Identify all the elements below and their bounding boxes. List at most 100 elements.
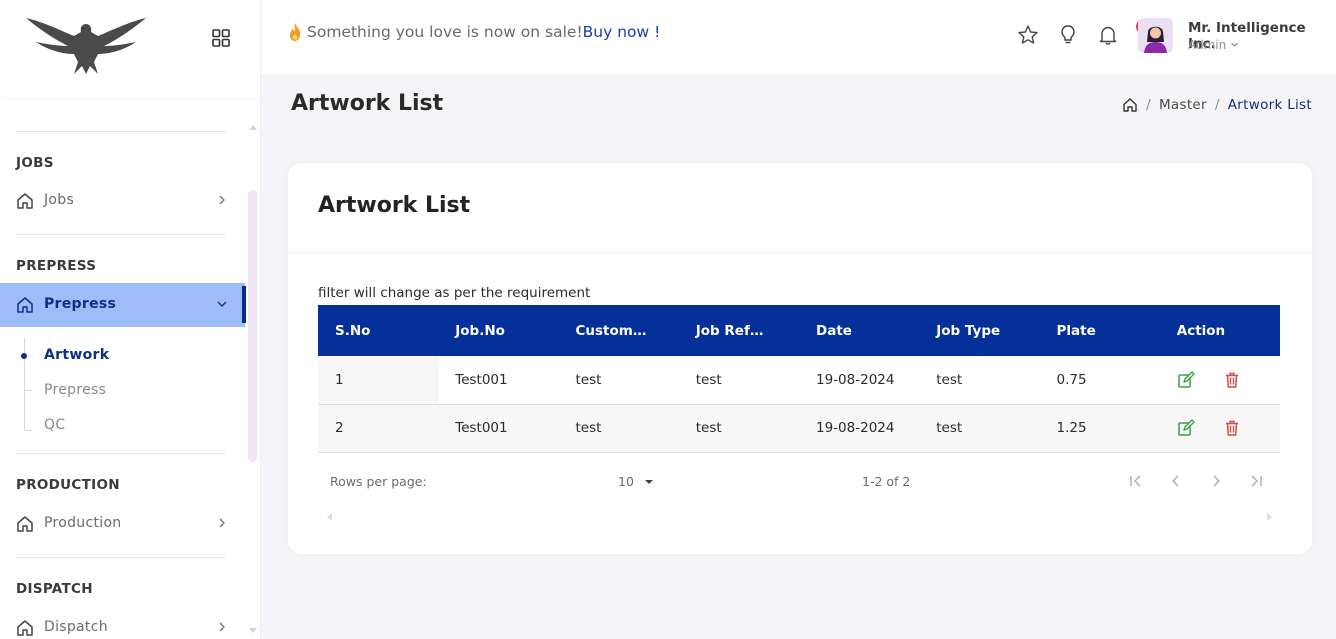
cell-job-no: Test001: [438, 404, 559, 453]
buy-now-link[interactable]: Buy now !: [583, 23, 661, 41]
cell-job-type: test: [919, 404, 1040, 453]
column-header-plate[interactable]: Plate: [1039, 305, 1160, 356]
cell-plate: 0.75: [1039, 356, 1160, 405]
eagle-logo[interactable]: [24, 16, 148, 76]
sidebar-item-production[interactable]: Production: [0, 502, 245, 546]
table-row[interactable]: 2 Test001 test test 19-08-2024 test 1.25: [318, 404, 1280, 453]
rows-per-page-label: Rows per page:: [330, 474, 427, 489]
cell-plate: 1.25: [1039, 404, 1160, 453]
star-icon[interactable]: [1017, 24, 1039, 46]
filter-note: filter will change as per the requiremen…: [318, 285, 591, 301]
sidebar-item-label: Production: [44, 515, 122, 531]
cell-job-ref: test: [678, 356, 799, 405]
page-range: 1-2 of 2: [862, 474, 911, 489]
submenu-item-artwork[interactable]: Artwork: [44, 347, 109, 363]
previous-page-icon[interactable]: [1166, 471, 1186, 491]
sidebar: JOBS Jobs PREPRESS Prepress Artwork Prep…: [0, 0, 261, 639]
edit-icon[interactable]: [1177, 371, 1195, 389]
last-page-icon[interactable]: [1246, 471, 1266, 491]
top-header: Something you love is now on sale! Buy n…: [261, 0, 1336, 74]
breadcrumb-master[interactable]: Master: [1159, 97, 1207, 113]
divider: [16, 453, 226, 454]
sidebar-item-prepress[interactable]: Prepress: [0, 283, 245, 327]
sidebar-item-label: Prepress: [44, 296, 117, 312]
breadcrumb: / Master / Artwork List: [1122, 97, 1312, 113]
scroll-right-arrow-icon[interactable]: [1265, 512, 1275, 522]
logo-bar: [0, 0, 260, 97]
caret-down-icon: [644, 479, 653, 484]
grid-menu-icon[interactable]: [211, 28, 231, 48]
avatar[interactable]: [1138, 18, 1173, 53]
column-header-date[interactable]: Date: [799, 305, 920, 356]
scroll-left-arrow-icon[interactable]: [324, 512, 334, 522]
home-icon: [17, 620, 33, 636]
cell-sno: 2: [318, 404, 439, 453]
column-header-job-ref[interactable]: Job Ref…: [678, 305, 799, 356]
home-icon: [17, 297, 33, 313]
chevron-down-icon: [217, 301, 227, 307]
divider: [16, 131, 226, 132]
sidebar-item-jobs[interactable]: Jobs: [0, 179, 245, 223]
edit-icon[interactable]: [1177, 419, 1195, 437]
submenu-item-qc[interactable]: QC: [44, 417, 65, 433]
delete-icon[interactable]: [1223, 419, 1241, 437]
cell-customer: test: [558, 356, 679, 405]
submenu-tick: [24, 430, 32, 431]
active-indicator: [242, 286, 246, 323]
section-title-prepress: PREPRESS: [16, 258, 97, 274]
section-title-dispatch: DISPATCH: [16, 581, 93, 597]
divider: [16, 557, 226, 558]
divider: [16, 234, 226, 235]
first-page-icon[interactable]: [1126, 471, 1146, 491]
cell-sno: 1: [318, 356, 439, 405]
chevron-right-icon: [219, 518, 225, 528]
divider: [288, 252, 1312, 253]
rows-per-page-select[interactable]: 10: [618, 474, 654, 489]
submenu-tick: [24, 390, 32, 391]
scroll-up-arrow-icon[interactable]: [248, 122, 258, 132]
breadcrumb-current: Artwork List: [1227, 97, 1312, 113]
next-page-icon[interactable]: [1206, 471, 1226, 491]
bell-icon[interactable]: [1097, 24, 1119, 46]
promo-banner: Something you love is now on sale! Buy n…: [287, 22, 660, 42]
sidebar-item-label: Jobs: [44, 192, 75, 208]
pagination: Rows per page: 10 1-2 of 2: [318, 461, 1280, 501]
column-header-customer[interactable]: Custom…: [558, 305, 679, 356]
user-avatar-icon: [1138, 18, 1173, 53]
page-title: Artwork List: [291, 91, 444, 116]
sidebar-item-dispatch[interactable]: Dispatch: [0, 606, 245, 639]
cell-date: 19-08-2024: [799, 404, 920, 453]
home-icon[interactable]: [1122, 97, 1138, 113]
cell-action: [1159, 404, 1280, 453]
table-row[interactable]: 1 Test001 test test 19-08-2024 test 0.75: [318, 356, 1280, 405]
column-header-job-type[interactable]: Job Type: [919, 305, 1040, 356]
user-role-dropdown[interactable]: Admin: [1188, 38, 1239, 52]
breadcrumb-separator: /: [1146, 97, 1151, 113]
submenu-item-prepress[interactable]: Prepress: [44, 382, 106, 398]
fire-icon: [290, 23, 301, 41]
artwork-table: S.No Job.No Custom… Job Ref… Date Job Ty…: [318, 305, 1280, 453]
table-header-row: S.No Job.No Custom… Job Ref… Date Job Ty…: [318, 305, 1280, 356]
sidebar-scrollbar[interactable]: [248, 190, 257, 462]
cell-customer: test: [558, 404, 679, 453]
submenu-line: [24, 338, 25, 430]
card-title: Artwork List: [318, 193, 471, 218]
cell-job-no: Test001: [438, 356, 559, 405]
sidebar-item-label: Dispatch: [44, 619, 108, 635]
cell-job-ref: test: [678, 404, 799, 453]
column-header-action: Action: [1159, 305, 1280, 356]
cell-job-type: test: [919, 356, 1040, 405]
promo-text: Something you love is now on sale!: [307, 23, 583, 41]
column-header-sno[interactable]: S.No: [318, 305, 439, 356]
home-icon: [17, 193, 33, 209]
scroll-down-arrow-icon[interactable]: [248, 626, 258, 636]
lightbulb-icon[interactable]: [1057, 24, 1079, 46]
artwork-list-card: Artwork List filter will change as per t…: [288, 163, 1312, 554]
home-icon: [17, 516, 33, 532]
chevron-right-icon: [219, 195, 225, 205]
chevron-right-icon: [219, 622, 225, 632]
chevron-down-icon: [1231, 42, 1239, 47]
user-role-label: Admin: [1188, 38, 1227, 52]
delete-icon[interactable]: [1223, 371, 1241, 389]
column-header-job-no[interactable]: Job.No: [438, 305, 559, 356]
